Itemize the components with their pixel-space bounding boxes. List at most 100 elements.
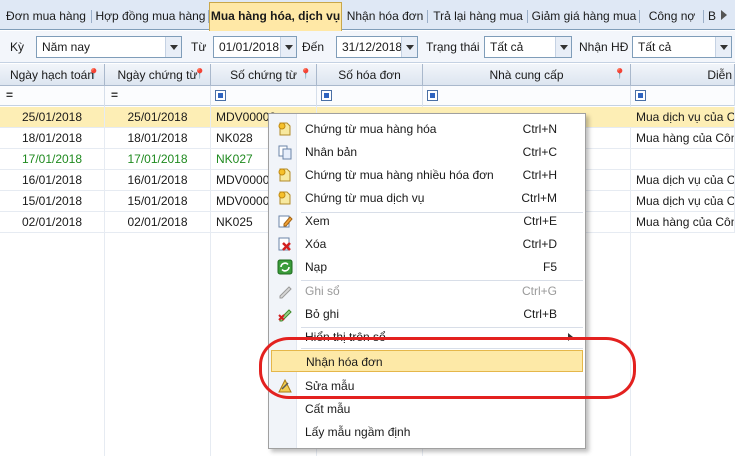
menu-item-bo-ghi[interactable]: Bỏ ghi Ctrl+B [271, 303, 583, 325]
menu-item-label: Xóa [305, 237, 327, 251]
menu-item-label: Chứng từ mua hàng hóa [305, 122, 437, 136]
delete-icon [278, 237, 291, 251]
menu-item-ghi-so[interactable]: Ghi sổ Ctrl+G [271, 280, 583, 302]
tu-label: Từ [191, 40, 207, 54]
menu-item-shortcut: Ctrl+E [523, 214, 557, 228]
column-header-so-hoa-don[interactable]: Số hóa đơn [317, 64, 423, 86]
cell-ngay-hach-toan: 18/01/2018 [0, 128, 105, 149]
pencil-icon [279, 286, 292, 299]
tab-mua-hang-hoa-dich-vu[interactable]: Mua hàng hóa, dịch vụ [209, 2, 342, 31]
menu-item-sua-mau[interactable]: Sửa mẫu [271, 375, 583, 397]
menu-item-lay-mau-ngam-dinh[interactable]: Lấy mẫu ngầm định [271, 421, 583, 443]
menu-item-cat-mau[interactable]: Cất mẫu [271, 398, 583, 420]
filter-cell[interactable] [423, 86, 631, 106]
menu-item-xem[interactable]: Xem Ctrl+E [271, 210, 583, 232]
cell-dien-giai: Mua hàng của Công [631, 128, 735, 149]
column-header-dien-giai[interactable]: Diễn [631, 64, 735, 86]
refresh-icon [277, 259, 293, 275]
tab-giam-gia-hang-mua[interactable]: Giảm giá hàng mua [528, 5, 640, 30]
menu-item-hien-thi-tren-so[interactable]: Hiển thị trên sổ [271, 326, 583, 348]
cell-ngay-chung-tu: 15/01/2018 [105, 191, 211, 212]
nhan-hd-select[interactable]: Tất cả [632, 36, 732, 58]
chevron-down-icon[interactable] [280, 37, 296, 57]
menu-item-chung-tu-mua-hang-hoa[interactable]: Chứng từ mua hàng hóa Ctrl+N [271, 118, 583, 140]
column-header-ngay-hach-toan[interactable]: Ngày hạch toán 📍 [0, 64, 105, 86]
menu-item-label: Nạp [305, 260, 328, 274]
chevron-down-icon[interactable] [555, 37, 571, 57]
ky-select[interactable]: Năm nay [36, 36, 182, 58]
contains-filter-icon[interactable] [635, 90, 646, 101]
menu-item-chung-tu-mua-dich-vu[interactable]: Chứng từ mua dịch vụ Ctrl+M [271, 187, 583, 209]
column-header-nha-cung-cap[interactable]: Nhà cung cấp 📍 [423, 64, 631, 86]
menu-item-label: Chứng từ mua dịch vụ [305, 191, 425, 205]
tu-value: 01/01/2018 [219, 40, 280, 54]
menu-item-nhan-hoa-don[interactable]: Nhận hóa đơn [271, 350, 583, 372]
menu-item-shortcut: Ctrl+G [521, 284, 557, 298]
menu-item-shortcut: Ctrl+N [522, 122, 557, 136]
menu-item-label: Lấy mẫu ngầm định [305, 425, 411, 439]
equals-filter-icon[interactable]: = [6, 88, 13, 102]
column-header-label: Diễn [707, 68, 732, 82]
cell-ngay-chung-tu: 17/01/2018 [105, 149, 211, 170]
equals-filter-icon[interactable]: = [111, 88, 118, 102]
filter-cell[interactable] [317, 86, 423, 106]
nhan-hd-label: Nhận HĐ [579, 40, 629, 54]
chevron-down-icon[interactable] [715, 37, 731, 57]
menu-separator [301, 348, 583, 349]
pin-icon[interactable]: 📍 [194, 64, 206, 86]
new-document-icon [278, 191, 291, 205]
menu-item-nhan-ban[interactable]: Nhân bản Ctrl+C [271, 141, 583, 163]
grid-header: Ngày hạch toán 📍 Ngày chứng từ 📍 Số chứn… [0, 64, 735, 86]
menu-item-label: Ghi sổ [305, 284, 340, 298]
filter-cell[interactable]: = [0, 86, 105, 106]
den-label: Đến [302, 40, 325, 54]
ky-value: Năm nay [42, 40, 91, 54]
pin-icon[interactable]: 📍 [88, 64, 100, 86]
tab-hop-dong-mua-hang[interactable]: Hợp đồng mua hàng [92, 5, 209, 30]
menu-item-label: Bỏ ghi [305, 307, 340, 321]
tab-don-mua-hang[interactable]: Đơn mua hàng [0, 5, 92, 30]
tab-b[interactable]: B [704, 5, 720, 30]
chevron-down-icon[interactable] [401, 37, 417, 57]
contains-filter-icon[interactable] [321, 90, 332, 101]
menu-item-nap[interactable]: Nạp F5 [271, 256, 583, 278]
grid-filter-row: = = [0, 86, 735, 106]
menu-item-label: Sửa mẫu [305, 379, 355, 393]
tab-scroll-right-icon[interactable] [721, 10, 727, 20]
cell-ngay-chung-tu: 18/01/2018 [105, 128, 211, 149]
pin-icon[interactable]: 📍 [300, 64, 312, 86]
pin-icon[interactable]: 📍 [614, 64, 626, 86]
menu-item-label: Hiển thị trên sổ [305, 330, 386, 344]
filter-cell[interactable] [211, 86, 317, 106]
column-header-so-chung-tu[interactable]: Số chứng từ 📍 [211, 64, 317, 86]
menu-item-shortcut: Ctrl+D [522, 237, 557, 251]
trang-thai-value: Tất cả [490, 40, 524, 54]
template-edit-icon [278, 378, 292, 393]
den-date-field[interactable]: 31/12/2018 [336, 36, 418, 58]
cell-ngay-chung-tu: 16/01/2018 [105, 170, 211, 191]
column-header-label: Ngày chứng từ [117, 68, 198, 82]
cell-dien-giai: Mua dịch vụ của Cô [631, 191, 735, 212]
menu-item-xoa[interactable]: Xóa Ctrl+D [271, 233, 583, 255]
nhan-hd-value: Tất cả [638, 40, 672, 54]
column-header-label: Số chứng từ [230, 68, 297, 82]
trang-thai-label: Trạng thái [426, 40, 480, 54]
duplicate-icon [278, 145, 292, 160]
unpost-icon [278, 309, 292, 322]
contains-filter-icon[interactable] [427, 90, 438, 101]
contains-filter-icon[interactable] [215, 90, 226, 101]
menu-item-shortcut: Ctrl+M [521, 191, 557, 205]
trang-thai-select[interactable]: Tất cả [484, 36, 572, 58]
chevron-down-icon[interactable] [165, 37, 181, 57]
tab-cong-no[interactable]: Công nợ [640, 5, 704, 30]
menu-item-label: Cất mẫu [305, 402, 351, 416]
tab-tra-lai-hang-mua[interactable]: Trả lại hàng mua [428, 5, 528, 30]
column-header-ngay-chung-tu[interactable]: Ngày chứng từ 📍 [105, 64, 211, 86]
tab-nhan-hoa-don[interactable]: Nhận hóa đơn [342, 5, 428, 30]
tu-date-field[interactable]: 01/01/2018 [213, 36, 297, 58]
den-value: 31/12/2018 [342, 40, 403, 54]
menu-item-label: Chứng từ mua hàng nhiều hóa đơn [305, 168, 494, 182]
filter-cell[interactable] [631, 86, 735, 106]
filter-cell[interactable]: = [105, 86, 211, 106]
menu-item-chung-tu-mua-hang-nhieu-hoa-don[interactable]: Chứng từ mua hàng nhiều hóa đơn Ctrl+H [271, 164, 583, 186]
